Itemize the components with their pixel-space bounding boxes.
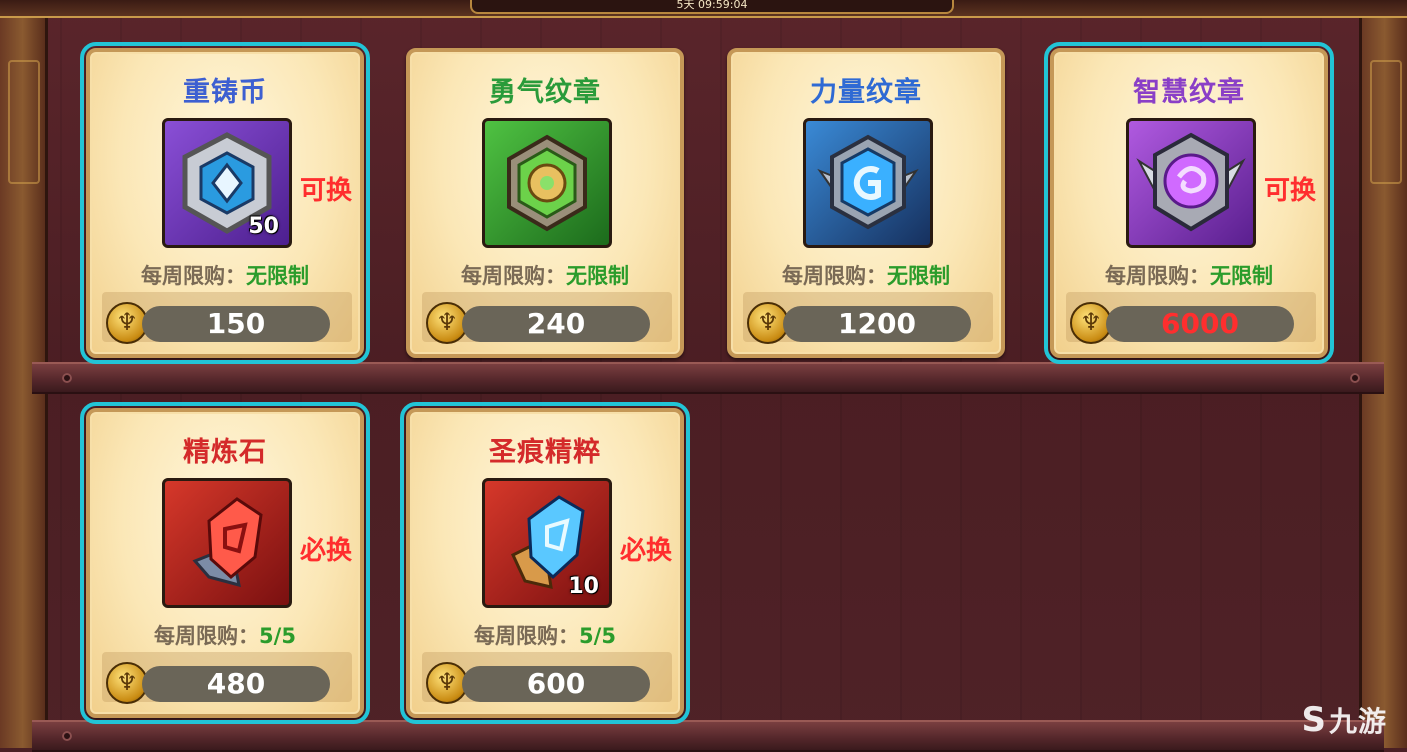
shop-item-card[interactable]: 精炼石 必换 每周限购：5/5 480 <box>80 402 370 724</box>
shop-item-card[interactable]: 重铸币 50 可换 每周限购：无限制 150 <box>80 42 370 364</box>
weekly-limit: 每周限购：无限制 <box>141 264 309 288</box>
buy-price-button[interactable]: 6000 <box>1106 306 1294 342</box>
weekly-limit: 每周限购：5/5 <box>474 624 616 648</box>
weekly-limit: 每周限购：5/5 <box>154 624 296 648</box>
item-title: 圣痕精粹 <box>489 437 601 468</box>
refresh-timer: 5天 09:59:04 <box>470 0 954 14</box>
shelf-plank <box>32 362 1384 394</box>
courage-emblem-icon <box>482 118 612 248</box>
exchange-tag: 必换 <box>300 536 353 566</box>
buy-price-button[interactable]: 240 <box>462 306 650 342</box>
item-quantity: 50 <box>248 214 279 239</box>
item-title: 精炼石 <box>183 437 267 468</box>
exchange-tag: 可换 <box>1264 176 1317 206</box>
shop-item-card[interactable]: 力量纹章 每周限购：无限制 1200 <box>727 48 1005 358</box>
exchange-tag: 可换 <box>300 176 353 206</box>
buy-price-button[interactable]: 600 <box>462 666 650 702</box>
item-title: 智慧纹章 <box>1133 77 1245 108</box>
shop-item-card[interactable]: 智慧纹章 可换 每周限购：无限制 6000 <box>1044 42 1334 364</box>
shop-item-card[interactable]: 勇气纹章 每周限购：无限制 240 <box>406 48 684 358</box>
reforge-coin-icon: 50 <box>162 118 292 248</box>
item-title: 重铸币 <box>183 77 267 108</box>
item-quantity: 10 <box>568 574 599 599</box>
weekly-limit: 每周限购：无限制 <box>461 264 629 288</box>
item-title: 力量纹章 <box>810 77 922 108</box>
shelf-plank <box>32 720 1384 752</box>
weekly-limit: 每周限购：无限制 <box>1105 264 1273 288</box>
item-title: 勇气纹章 <box>489 77 601 108</box>
buy-price-button[interactable]: 1200 <box>783 306 971 342</box>
buy-price-button[interactable]: 150 <box>142 306 330 342</box>
power-emblem-icon <box>803 118 933 248</box>
refining-stone-icon <box>162 478 292 608</box>
exchange-tag: 必换 <box>620 536 673 566</box>
watermark-logo: S九游 <box>1301 700 1387 740</box>
shop-item-card[interactable]: 圣痕精粹 10 必换 每周限购：5/5 600 <box>400 402 690 724</box>
stigmata-essence-icon: 10 <box>482 478 612 608</box>
buy-price-button[interactable]: 480 <box>142 666 330 702</box>
weekly-limit: 每周限购：无限制 <box>782 264 950 288</box>
wisdom-emblem-icon <box>1126 118 1256 248</box>
